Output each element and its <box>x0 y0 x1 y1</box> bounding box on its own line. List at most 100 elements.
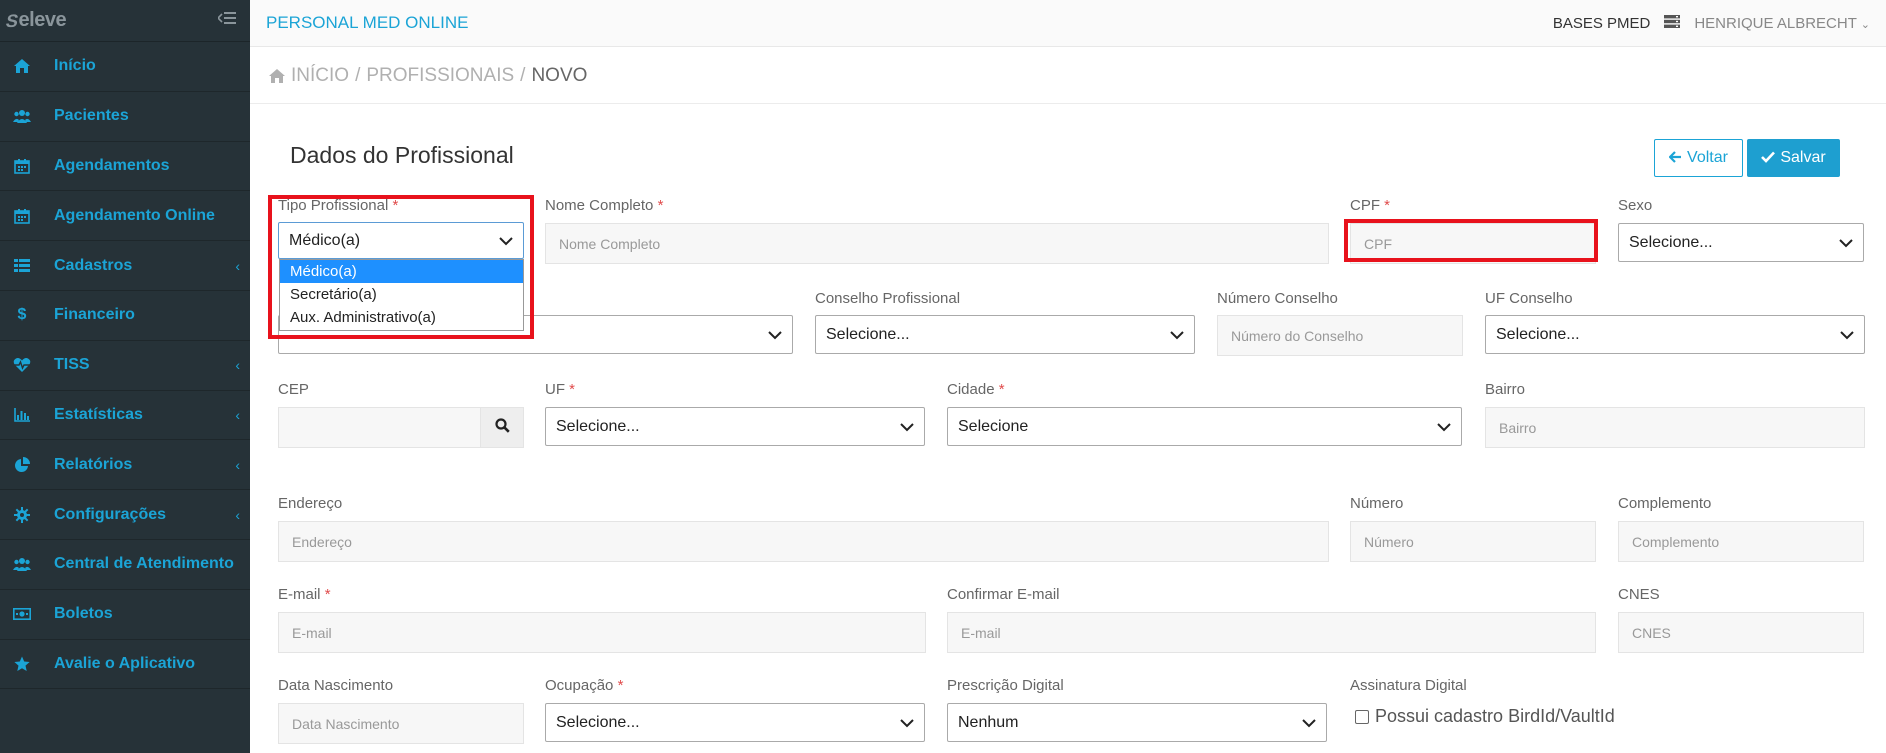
sidebar-item-label: Agendamento Online <box>54 206 215 224</box>
server-icon[interactable] <box>1664 14 1681 32</box>
sidebar-nav: Início Pacientes Agendamentos Agendament… <box>0 42 250 690</box>
confirmar-email-input[interactable]: E-mail <box>947 612 1596 653</box>
sexo-label: Sexo <box>1618 197 1653 214</box>
sidebar-item-agendamento-online[interactable]: Agendamento Online <box>0 191 250 242</box>
topbar-right: BASES PMED HENRIQUE ALBRECHT ⌄ <box>1553 14 1870 32</box>
search-icon <box>494 417 510 438</box>
sidebar-item-boletos[interactable]: Boletos <box>0 590 250 640</box>
chevron-down-icon <box>1437 419 1451 437</box>
cidade-value: Selecione <box>958 417 1029 435</box>
email-input[interactable]: E-mail <box>278 612 926 653</box>
uf-conselho-label: UF Conselho <box>1485 290 1573 307</box>
sidebar-item-label: TISS <box>54 356 90 374</box>
dropdown-option[interactable]: Secretário(a) <box>280 283 523 306</box>
chevron-down-icon <box>900 419 914 437</box>
sidebar-item-label: Relatórios <box>54 455 133 473</box>
sidebar-item-label: Pacientes <box>54 107 129 125</box>
endereco-input[interactable]: Endereço <box>278 521 1329 562</box>
sidebar-item-relatorios[interactable]: Relatórios ‹ <box>0 440 250 491</box>
breadcrumb-profissionais[interactable]: PROFISSIONAIS <box>366 65 514 87</box>
numero-conselho-label: Número Conselho <box>1217 290 1338 307</box>
sidebar-item-label: Financeiro <box>54 306 135 324</box>
breadcrumb-home[interactable]: INÍCIO <box>291 65 349 87</box>
prescricao-digital-value: Nenhum <box>958 713 1019 731</box>
chevron-down-icon <box>1840 327 1854 345</box>
sexo-select[interactable]: Selecione... <box>1618 223 1864 262</box>
chevron-left-icon: ‹ <box>235 456 240 473</box>
sidebar-item-financeiro[interactable]: $ Financeiro <box>0 291 250 341</box>
app-title[interactable]: PERSONAL MED ONLINE <box>266 13 468 33</box>
sidebar-item-label: Avalie o Aplicativo <box>54 654 196 672</box>
home-icon[interactable] <box>268 68 286 84</box>
tipo-profissional-value: Médico(a) <box>289 231 361 249</box>
save-button[interactable]: Salvar <box>1747 139 1840 177</box>
numero-input[interactable]: Número <box>1350 521 1596 562</box>
sidebar-item-central-atendimento[interactable]: Central de Atendimento <box>0 540 250 590</box>
checkbox-box[interactable] <box>1355 709 1369 724</box>
back-button-label: Voltar <box>1687 149 1728 166</box>
calendar-icon <box>12 156 32 176</box>
back-button[interactable]: Voltar <box>1654 139 1743 177</box>
sidebar-item-label: Central de Atendimento <box>54 555 234 573</box>
sidebar-item-label: Início <box>54 57 96 75</box>
uf-select[interactable]: Selecione... <box>545 407 925 446</box>
sidebar: Seleve Início Pacientes Agendamentos Age… <box>0 0 250 753</box>
cep-input[interactable] <box>278 407 481 448</box>
user-menu[interactable]: HENRIQUE ALBRECHT ⌄ <box>1694 15 1870 32</box>
sidebar-item-label: Boletos <box>54 605 113 623</box>
bar-chart-icon <box>12 405 32 425</box>
brand-logo: Seleve <box>3 9 67 31</box>
ocupacao-select[interactable]: Selecione... <box>545 703 925 742</box>
sidebar-item-cadastros[interactable]: Cadastros ‹ <box>0 241 250 291</box>
sidebar-item-inicio[interactable]: Início <box>0 42 250 92</box>
uf-conselho-value: Selecione... <box>1496 325 1580 343</box>
search-cep-button[interactable] <box>480 407 524 448</box>
birdid-vaultid-checkbox[interactable]: Possui cadastro BirdId/VaultId <box>1355 706 1615 727</box>
dropdown-option[interactable]: Aux. Administrativo(a) <box>280 306 523 329</box>
complemento-label: Complemento <box>1618 495 1712 512</box>
page-title: Dados do Profissional <box>290 142 514 168</box>
uf-label: UF * <box>545 381 576 398</box>
cpf-input[interactable]: CPF <box>1350 223 1596 264</box>
sidebar-item-agendamentos[interactable]: Agendamentos <box>0 142 250 192</box>
breadcrumb-separator: / <box>355 64 361 86</box>
sidebar-item-label: Cadastros <box>54 256 133 274</box>
chevron-down-icon <box>1839 235 1853 253</box>
chevron-down-icon <box>1302 715 1316 733</box>
bases-label[interactable]: BASES PMED <box>1553 15 1651 32</box>
chevron-left-icon: ‹ <box>235 506 240 523</box>
email-label: E-mail * <box>278 586 331 603</box>
sidebar-item-pacientes[interactable]: Pacientes <box>0 92 250 142</box>
breadcrumb-separator: / <box>520 64 526 86</box>
cidade-select[interactable]: Selecione <box>947 407 1462 446</box>
collapse-sidebar-icon[interactable] <box>216 11 236 30</box>
pie-chart-icon <box>12 455 32 475</box>
uf-conselho-select[interactable]: Selecione... <box>1485 315 1865 354</box>
tipo-profissional-label: Tipo Profissional * <box>278 197 399 214</box>
nome-completo-input[interactable]: Nome Completo <box>545 223 1329 264</box>
dropdown-option[interactable]: Médico(a) <box>280 260 523 283</box>
chevron-down-icon: ⌄ <box>1860 18 1870 31</box>
cnes-label: CNES <box>1618 586 1660 603</box>
bairro-label: Bairro <box>1485 381 1526 398</box>
prescricao-digital-select[interactable]: Nenhum <box>947 703 1327 742</box>
save-button-label: Salvar <box>1780 149 1826 166</box>
complemento-input[interactable]: Complemento <box>1618 521 1864 562</box>
cnes-input[interactable]: CNES <box>1618 612 1864 653</box>
numero-conselho-input[interactable]: Número do Conselho <box>1217 315 1463 356</box>
assinatura-digital-label: Assinatura Digital <box>1350 677 1467 694</box>
tipo-profissional-select[interactable]: Médico(a) <box>278 222 524 259</box>
sidebar-item-tiss[interactable]: TISS ‹ <box>0 341 250 391</box>
data-nascimento-input[interactable]: Data Nascimento <box>278 703 524 744</box>
chevron-left-icon: ‹ <box>235 257 240 274</box>
sidebar-item-avalie-aplicativo[interactable]: Avalie o Aplicativo <box>0 640 250 690</box>
user-name: HENRIQUE ALBRECHT <box>1694 14 1857 32</box>
chevron-down-icon <box>1170 327 1184 345</box>
sidebar-item-configuracoes[interactable]: Configurações ‹ <box>0 490 250 540</box>
endereco-label: Endereço <box>278 495 343 512</box>
sidebar-item-estatisticas[interactable]: Estatísticas ‹ <box>0 391 250 441</box>
numero-label: Número <box>1350 495 1404 512</box>
bairro-input[interactable]: Bairro <box>1485 407 1865 448</box>
chevron-left-icon: ‹ <box>235 406 240 423</box>
conselho-profissional-select[interactable]: Selecione... <box>815 315 1195 354</box>
